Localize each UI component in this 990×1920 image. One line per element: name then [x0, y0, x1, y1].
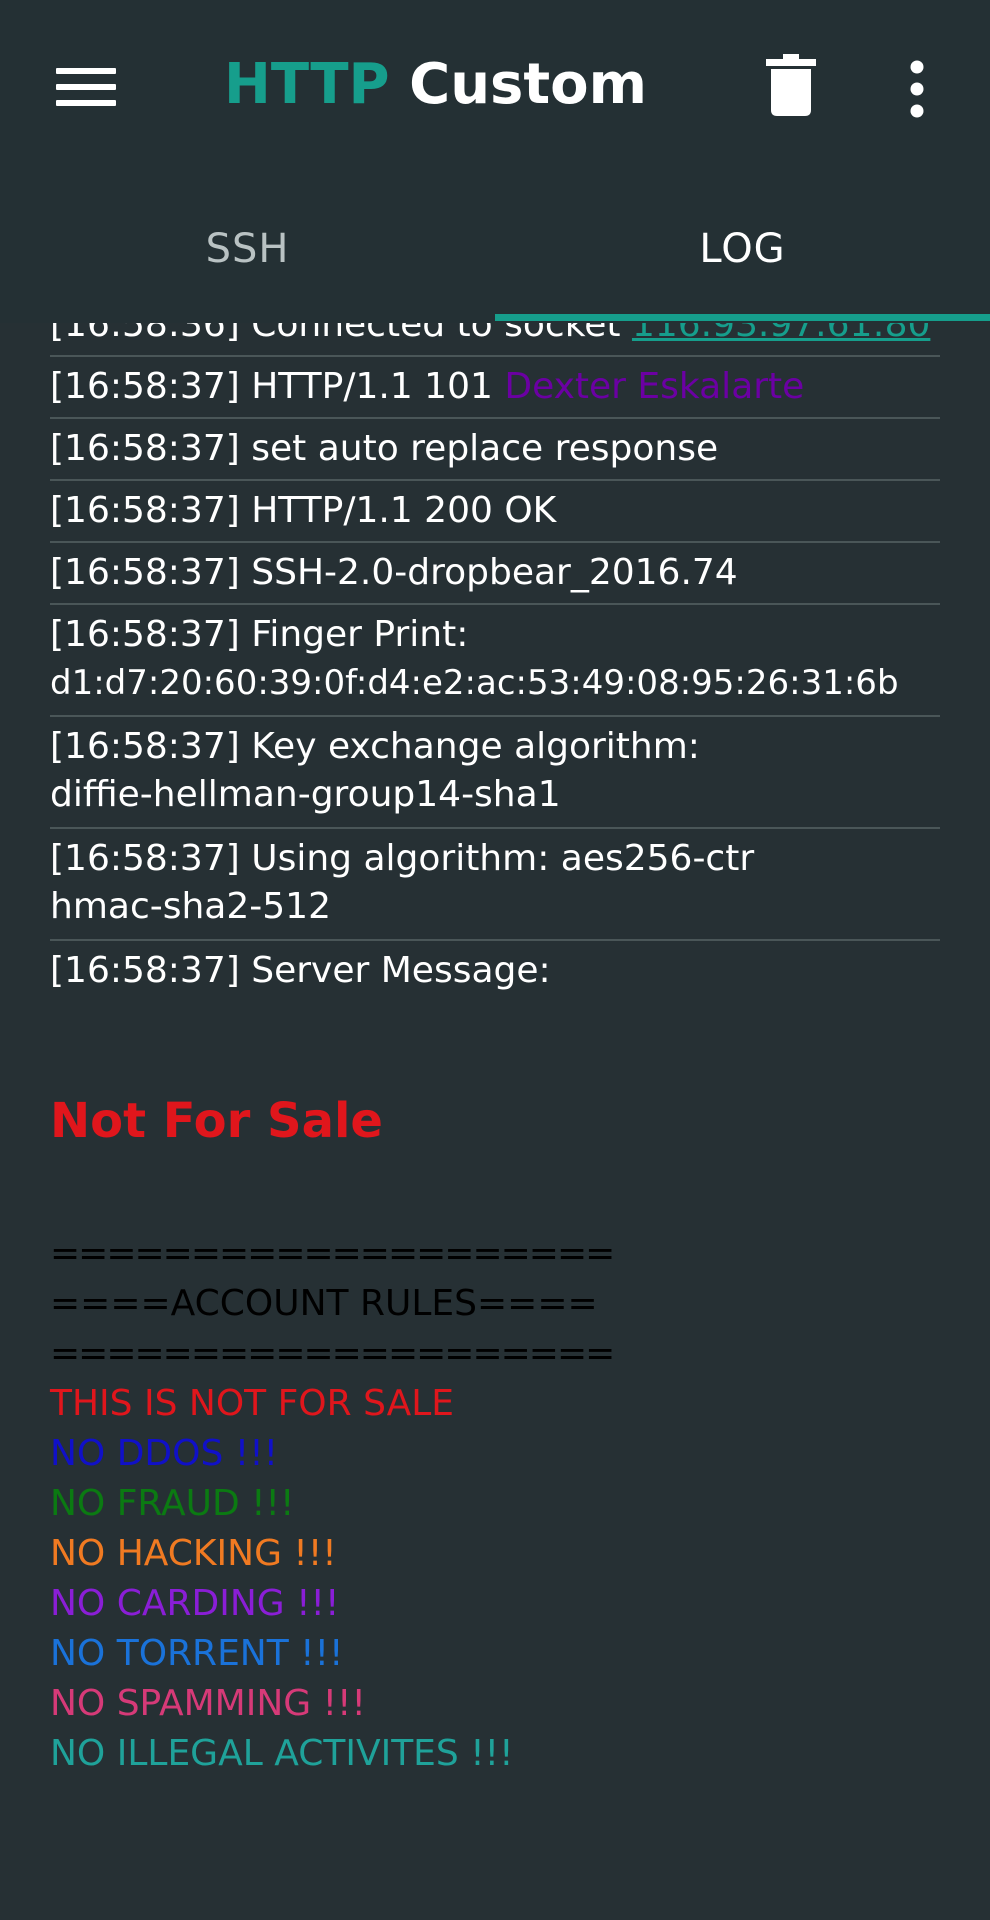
rule-item: NO DDOS !!!: [50, 1433, 279, 1474]
log-entry: [16:58:37] Finger Print: d1:d7:20:60:39:…: [50, 605, 940, 717]
tab-log[interactable]: LOG: [495, 175, 990, 323]
app-title-rest: Custom: [409, 52, 647, 117]
rules-header: ====ACCOUNT RULES====: [50, 1283, 598, 1324]
tab-ssh[interactable]: SSH: [0, 175, 495, 323]
toolbar: HTTP Custom: [0, 0, 990, 175]
log-time: [16:58:37]: [50, 490, 240, 531]
log-text: Connected to socket: [251, 323, 621, 345]
log-time: [16:58:37]: [50, 366, 240, 407]
server-message-headline: Not For Sale: [50, 1093, 950, 1149]
log-ip-link[interactable]: 116.93.97.61:80: [632, 323, 930, 345]
log-entry: [16:58:37] Key exchange algorithm: diffi…: [50, 717, 940, 829]
log-panel[interactable]: [16:58:36] Connected to socket 116.93.97…: [0, 323, 990, 1920]
menu-icon[interactable]: [56, 64, 116, 110]
tab-selected-indicator: [495, 314, 990, 321]
log-time: [16:58:37]: [50, 950, 240, 991]
log-text: Using algorithm: aes256-ctr: [251, 838, 755, 879]
app-title: HTTP Custom: [224, 52, 647, 117]
log-text: set auto replace response: [251, 428, 719, 469]
log-time: [16:58:37]: [50, 838, 240, 879]
log-text-line2: diffie-hellman-group14-sha1: [50, 774, 561, 815]
not-for-sale-text: Not For Sale: [50, 1093, 383, 1149]
rule-item: NO ILLEGAL ACTIVITES !!!: [50, 1733, 514, 1774]
log-time: [16:58:37]: [50, 552, 240, 593]
more-vert-icon[interactable]: [905, 60, 929, 118]
tab-bar: SSH LOG: [0, 175, 990, 323]
log-entry: [16:58:37] HTTP/1.1 200 OK: [50, 481, 940, 543]
rules-separator-bottom: ====================: [50, 1333, 615, 1374]
rule-item: NO CARDING !!!: [50, 1583, 340, 1624]
log-time: [16:58:37]: [50, 428, 240, 469]
rules-separator-top: ====================: [50, 1233, 615, 1274]
log-text: Server Message:: [251, 950, 551, 991]
log-time: [16:58:37]: [50, 614, 240, 655]
log-text: SSH-2.0-dropbear_2016.74: [251, 552, 738, 593]
rule-item: NO SPAMMING !!!: [50, 1683, 366, 1724]
trash-icon[interactable]: [766, 54, 816, 116]
log-entry: [16:58:36] Connected to socket 116.93.97…: [50, 323, 940, 357]
log-entry: [16:58:37] Using algorithm: aes256-ctr h…: [50, 829, 940, 941]
log-entry: [16:58:37] Server Message:: [50, 941, 940, 1003]
rule-item: NO FRAUD !!!: [50, 1483, 295, 1524]
log-entry: [16:58:37] SSH-2.0-dropbear_2016.74: [50, 543, 940, 605]
rule-item: THIS IS NOT FOR SALE: [50, 1383, 455, 1424]
log-entry: [16:58:37] set auto replace response: [50, 419, 940, 481]
log-server-name: Dexter Eskalarte: [504, 366, 805, 407]
log-entry: [16:58:37] HTTP/1.1 101 Dexter Eskalarte: [50, 357, 940, 419]
log-text-line2: hmac-sha2-512: [50, 886, 331, 927]
log-text: HTTP/1.1 200 OK: [251, 490, 557, 531]
log-text-line2: d1:d7:20:60:39:0f:d4:e2:ac:53:49:08:95:2…: [50, 663, 899, 703]
rule-item: NO HACKING !!!: [50, 1533, 337, 1574]
log-time: [16:58:36]: [50, 323, 240, 345]
log-text: Finger Print:: [251, 614, 469, 655]
log-text: HTTP/1.1 101: [251, 366, 493, 407]
app-title-accent: HTTP: [224, 52, 390, 117]
log-text: Key exchange algorithm:: [251, 726, 700, 767]
log-time: [16:58:37]: [50, 726, 240, 767]
rule-item: NO TORRENT !!!: [50, 1633, 344, 1674]
app-root: HTTP Custom SSH LOG [16:58:36] Connected…: [0, 0, 990, 1920]
